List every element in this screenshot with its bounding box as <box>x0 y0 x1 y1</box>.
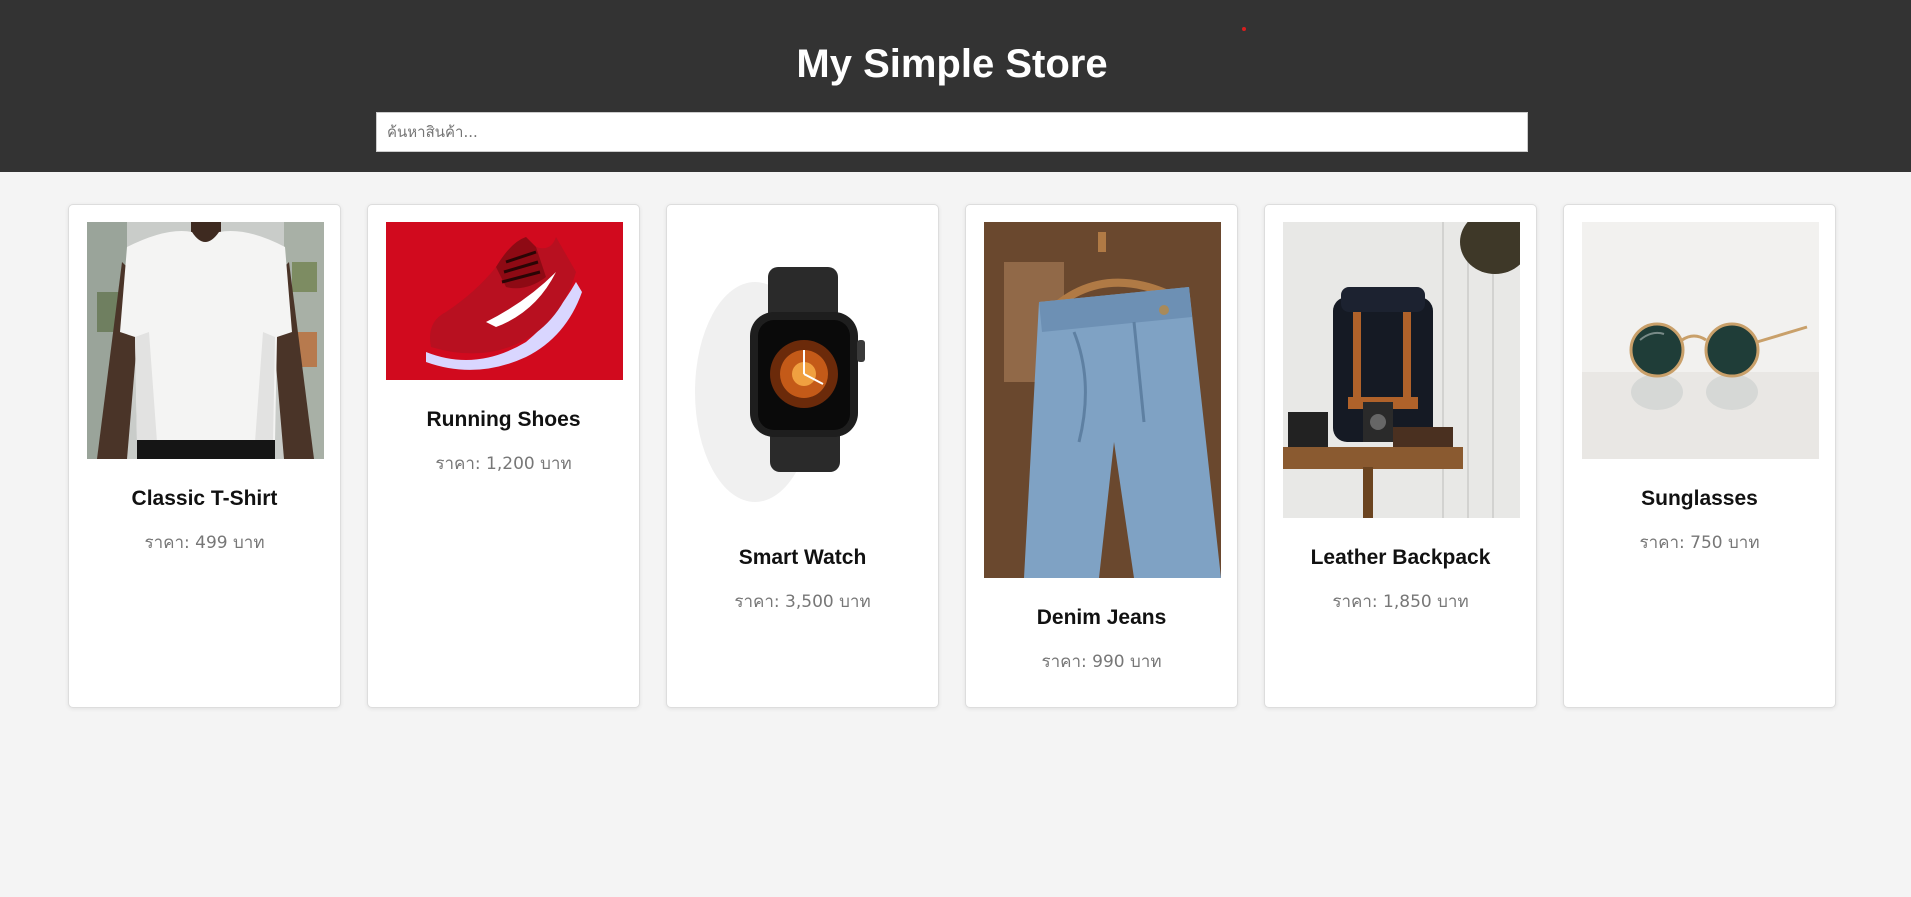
product-card-running-shoes[interactable]: Running Shoes ราคา: 1,200 บาท <box>367 204 640 708</box>
product-price: ราคา: 1,850 บาท <box>1332 592 1469 612</box>
search-input[interactable] <box>376 112 1528 152</box>
product-price: ราคา: 1,200 บาท <box>435 454 572 474</box>
product-card-smart-watch[interactable]: Smart Watch ราคา: 3,500 บาท <box>666 204 939 708</box>
product-price: ราคา: 3,500 บาท <box>734 592 871 612</box>
tshirt-image[interactable] <box>87 222 324 459</box>
leather-backpack-image[interactable] <box>1283 222 1520 518</box>
product-card-classic-tshirt[interactable]: Classic T-Shirt ราคา: 499 บาท <box>68 204 341 708</box>
product-name: Leather Backpack <box>1310 546 1491 569</box>
product-card-leather-backpack[interactable]: Leather Backpack ราคา: 1,850 บาท <box>1264 204 1537 708</box>
smart-watch-image[interactable] <box>685 222 922 518</box>
product-price: ราคา: 990 บาท <box>1041 652 1162 672</box>
red-dot-marker <box>1242 27 1246 31</box>
product-price: ราคา: 750 บาท <box>1639 533 1760 553</box>
denim-jeans-image[interactable] <box>984 222 1221 578</box>
site-header: My Simple Store <box>0 0 1911 172</box>
product-name: Smart Watch <box>738 546 867 569</box>
product-card-denim-jeans[interactable]: Denim Jeans ราคา: 990 บาท <box>965 204 1238 708</box>
product-name: Classic T-Shirt <box>131 487 278 510</box>
running-shoe-image[interactable] <box>386 222 623 380</box>
product-name: Sunglasses <box>1641 487 1758 510</box>
product-name: Running Shoes <box>426 408 581 431</box>
product-card-sunglasses[interactable]: Sunglasses ราคา: 750 บาท <box>1563 204 1836 708</box>
product-price: ราคา: 499 บาท <box>144 533 265 553</box>
page-title: My Simple Store <box>796 42 1108 86</box>
sunglasses-image[interactable] <box>1582 222 1819 459</box>
product-name: Denim Jeans <box>1036 606 1167 629</box>
